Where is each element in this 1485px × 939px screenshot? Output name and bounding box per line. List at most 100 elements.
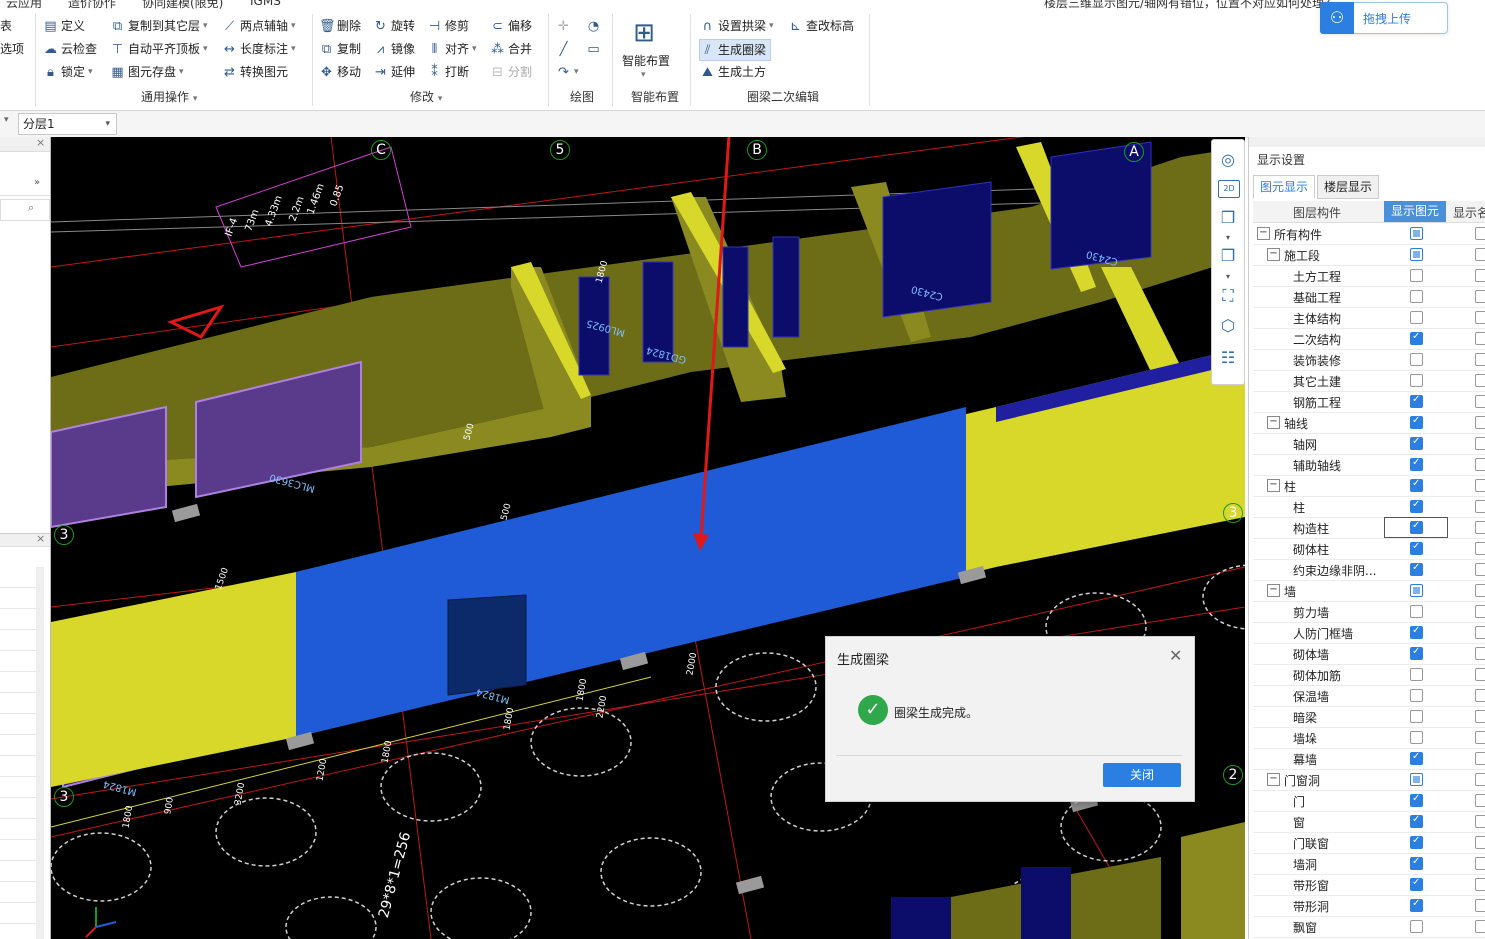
break-button[interactable]: ⁑ 打断 xyxy=(427,62,469,82)
tree-row[interactable]: − 轴线 xyxy=(1253,412,1485,434)
show-element-checkbox[interactable] xyxy=(1410,773,1423,786)
generate-ring-beam-button[interactable]: ⫽ 生成圈梁 xyxy=(699,39,772,61)
tree-row[interactable]: 辅助轴线 xyxy=(1253,454,1485,476)
tab-collab-model[interactable]: 协同建模(限免) xyxy=(142,0,223,10)
show-element-checkbox[interactable] xyxy=(1410,290,1423,303)
show-element-checkbox[interactable] xyxy=(1410,814,1423,828)
3d-box-icon[interactable]: ❒ xyxy=(1218,208,1238,228)
tree-row[interactable]: 门联窗 xyxy=(1253,832,1485,854)
show-element-checkbox[interactable] xyxy=(1410,689,1423,702)
group-label-smart[interactable]: 智能布置 xyxy=(631,88,679,105)
show-element-checkbox[interactable] xyxy=(1410,374,1423,387)
show-name-checkbox[interactable] xyxy=(1475,269,1485,282)
show-element-checkbox[interactable] xyxy=(1410,877,1423,891)
fullscreen-icon[interactable]: ⛶ xyxy=(1218,286,1238,306)
left-dropdown-arrow[interactable]: ▾ xyxy=(4,115,9,125)
tree-row[interactable]: 其它土建 xyxy=(1253,370,1485,392)
show-element-checkbox[interactable] xyxy=(1410,751,1423,765)
show-element-checkbox[interactable] xyxy=(1410,856,1423,870)
set-arch-beam-button[interactable]: ∩ 设置拱梁 ▾ xyxy=(700,16,774,36)
left-panel-row[interactable] xyxy=(0,175,50,196)
show-element-checkbox[interactable] xyxy=(1410,436,1423,450)
show-name-checkbox[interactable] xyxy=(1475,353,1485,366)
show-name-checkbox[interactable] xyxy=(1475,458,1485,471)
length-dimension-button[interactable]: ↔ 长度标注 ▾ xyxy=(222,39,296,59)
tree-row[interactable]: 钢筋工程 xyxy=(1253,391,1485,413)
show-name-checkbox[interactable] xyxy=(1475,857,1485,870)
show-name-checkbox[interactable] xyxy=(1475,794,1485,807)
tree-row[interactable]: − 门窗洞 xyxy=(1253,769,1485,791)
close-button[interactable]: 关闭 xyxy=(1103,763,1181,787)
show-name-checkbox[interactable] xyxy=(1475,290,1485,303)
rotate-button[interactable]: ↻ 旋转 xyxy=(373,16,415,36)
group-label-draw[interactable]: 绘图 xyxy=(570,88,594,105)
tab-cost-collab[interactable]: 造价协作 xyxy=(68,0,116,10)
show-name-checkbox[interactable] xyxy=(1475,563,1485,576)
show-element-checkbox[interactable] xyxy=(1410,605,1423,618)
merge-button[interactable]: ⁂ 合并 xyxy=(490,39,532,59)
tree-row[interactable]: 装饰装修 xyxy=(1253,349,1485,371)
show-name-checkbox[interactable] xyxy=(1475,668,1485,681)
show-element-checkbox[interactable] xyxy=(1410,668,1423,681)
element-save-button[interactable]: ▦ 图元存盘 ▾ xyxy=(110,62,183,82)
ribbon-left-cut-2[interactable]: 选项 xyxy=(0,39,24,59)
show-element-checkbox[interactable] xyxy=(1410,311,1423,324)
mirror-button[interactable]: ⩘ 镜像 xyxy=(373,39,415,59)
tree-row[interactable]: − 施工段 xyxy=(1253,244,1485,266)
copy-to-other-layer-button[interactable]: ⧉ 复制到其它层 ▾ xyxy=(110,16,208,36)
tree-row[interactable]: 轴网 xyxy=(1253,433,1485,455)
offset-button[interactable]: ⊂ 偏移 xyxy=(490,16,532,36)
move-button[interactable]: ✥ 移动 xyxy=(319,62,361,82)
tree-row[interactable]: 墙垛 xyxy=(1253,727,1485,749)
tree-row[interactable]: − 墙 xyxy=(1253,580,1485,602)
tree-row[interactable]: 幕墙 xyxy=(1253,748,1485,770)
header-show-name[interactable]: 显示名 xyxy=(1453,204,1485,221)
tree-row[interactable]: 砌体柱 xyxy=(1253,538,1485,560)
show-name-checkbox[interactable] xyxy=(1475,227,1485,240)
show-name-checkbox[interactable] xyxy=(1475,374,1485,387)
two-point-aux-axis-button[interactable]: ⟋ 两点辅轴 ▾ xyxy=(222,16,296,36)
tree-row[interactable]: 窗 xyxy=(1253,811,1485,833)
orbit-icon[interactable]: ◎ xyxy=(1218,150,1238,170)
draw-point-button[interactable]: ✛ xyxy=(556,16,571,36)
show-element-checkbox[interactable] xyxy=(1410,394,1423,408)
align-button[interactable]: ⫴ 对齐 ▾ xyxy=(427,39,477,59)
show-element-checkbox[interactable] xyxy=(1410,520,1423,534)
show-element-checkbox[interactable] xyxy=(1410,898,1423,912)
tree-row[interactable]: 飘窗 xyxy=(1253,916,1485,938)
show-element-checkbox[interactable] xyxy=(1410,625,1423,639)
ribbon-left-cut-1[interactable]: 表 xyxy=(0,16,12,36)
show-name-checkbox[interactable] xyxy=(1475,647,1485,660)
show-name-checkbox[interactable] xyxy=(1475,920,1485,933)
group-label-ringbeam[interactable]: 圈梁二次编辑 xyxy=(747,88,819,105)
group-label-modify[interactable]: 修改 ▾ xyxy=(410,88,442,105)
iso-cube-icon[interactable]: ⬡ xyxy=(1218,316,1238,336)
show-element-checkbox[interactable] xyxy=(1410,227,1423,240)
split-button[interactable]: ⊟ 分割 xyxy=(490,62,532,82)
cube-icon[interactable]: ❐ xyxy=(1218,246,1238,266)
check-elevation-button[interactable]: ⊾ 查改标高 xyxy=(788,16,854,36)
tree-row[interactable]: 约束边缘非阴... xyxy=(1253,559,1485,581)
show-element-checkbox[interactable] xyxy=(1410,541,1423,555)
tree-row[interactable]: 二次结构 xyxy=(1253,328,1485,350)
extend-button[interactable]: ⇥ 延伸 xyxy=(373,62,415,82)
tree-row[interactable]: − 所有构件 xyxy=(1253,223,1485,245)
close-icon[interactable]: × xyxy=(36,136,45,149)
convert-element-button[interactable]: ⇄ 转换图元 xyxy=(222,62,288,82)
show-name-checkbox[interactable] xyxy=(1475,689,1485,702)
tree-row[interactable]: 主体结构 xyxy=(1253,307,1485,329)
tab-cloud-app[interactable]: 云应用 xyxy=(6,0,42,10)
show-name-checkbox[interactable] xyxy=(1475,332,1485,345)
top-notice-text[interactable]: 楼层三维显示图元/轴网有错位，位置不对应如何处理？ xyxy=(1044,0,1336,10)
show-element-checkbox[interactable] xyxy=(1410,415,1423,429)
chevron-down-icon[interactable]: ▾ xyxy=(1218,267,1238,287)
show-name-checkbox[interactable] xyxy=(1475,479,1485,492)
expand-toggle-icon[interactable]: − xyxy=(1257,227,1270,240)
tab-igms[interactable]: IGMS xyxy=(250,0,281,8)
show-element-checkbox[interactable] xyxy=(1410,269,1423,282)
2d-view-icon[interactable]: 2D xyxy=(1218,180,1240,198)
show-name-checkbox[interactable] xyxy=(1475,773,1485,786)
show-name-checkbox[interactable] xyxy=(1475,437,1485,450)
show-name-checkbox[interactable] xyxy=(1475,395,1485,408)
tab-element-display[interactable]: 图元显示 xyxy=(1253,175,1316,199)
